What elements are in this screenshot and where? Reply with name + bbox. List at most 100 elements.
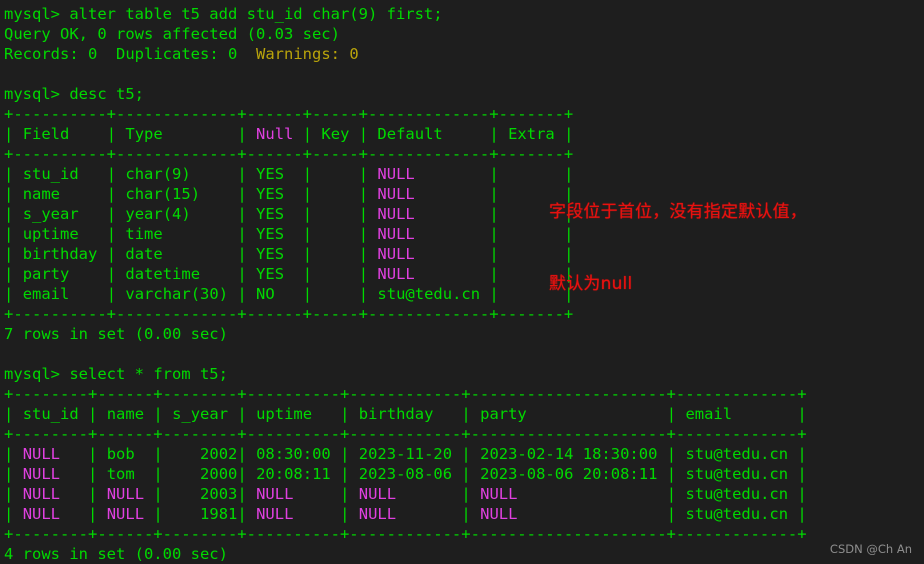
- table-column-separator: |: [358, 265, 369, 283]
- cell-padding: [247, 245, 256, 263]
- query-ok-line: Query OK, 0 rows affected (0.03 sec): [4, 25, 340, 43]
- table-column-separator: |: [106, 265, 117, 283]
- cell-padding: [471, 405, 480, 423]
- cell-padding: [312, 185, 321, 203]
- select-footer: 4 rows in set (0.00 sec): [4, 545, 228, 563]
- table-column-separator: |: [666, 505, 677, 523]
- cell-padding: [499, 225, 508, 243]
- desc-cell-null: NO: [256, 285, 303, 303]
- cell-padding: [97, 485, 106, 503]
- select-table-row: | NULL | tom | 2000| 20:08:11 | 2023-08-…: [4, 464, 924, 484]
- table-column-separator: |: [237, 285, 247, 303]
- select-cell-birthday: 2023-08-06: [358, 465, 462, 483]
- select-cell-stu-id: NULL: [22, 445, 89, 463]
- select-cell-email: stu@tedu.cn: [685, 505, 798, 523]
- cell-padding: [13, 265, 22, 283]
- select-rule-bottom: +--------+------+--------+----------+---…: [4, 525, 807, 543]
- cell-padding: [312, 125, 321, 143]
- cell-padding: [247, 225, 256, 243]
- desc-cell-null: YES: [256, 165, 303, 183]
- csdn-watermark: CSDN @Ch An: [829, 542, 912, 556]
- desc-cell-default: NULL: [377, 265, 490, 283]
- table-column-separator: |: [666, 405, 677, 423]
- cell-padding: [116, 285, 125, 303]
- table-column-separator: |: [4, 485, 14, 503]
- table-column-separator: |: [237, 225, 247, 243]
- table-column-separator: |: [489, 185, 499, 203]
- cell-padding: [312, 165, 321, 183]
- select-header-row: | stu_id | name | s_year | uptime | birt…: [4, 404, 924, 424]
- annotation-line-2: 默认为null: [549, 274, 633, 294]
- table-column-separator: |: [461, 485, 471, 503]
- select-header-uptime: uptime: [256, 405, 341, 423]
- table-column-separator: |: [106, 225, 117, 243]
- command-line-alter: mysql> alter table t5 add stu_id char(9)…: [4, 4, 924, 24]
- table-column-separator: |: [461, 405, 471, 423]
- table-column-separator: |: [489, 225, 499, 243]
- desc-cell-key: [321, 245, 358, 263]
- select-cell-party: 2023-08-06 20:08:11: [480, 465, 667, 483]
- desc-header-field: Field: [22, 125, 107, 143]
- table-column-separator: |: [797, 405, 807, 423]
- select-cell-birthday: NULL: [358, 485, 462, 503]
- select-header-birthday: birthday: [358, 405, 462, 423]
- cell-padding: [247, 445, 256, 463]
- table-column-separator: |: [4, 405, 14, 423]
- desc-cell-default: stu@tedu.cn: [377, 285, 490, 303]
- desc-cell-null: YES: [256, 245, 303, 263]
- table-column-separator: |: [237, 205, 247, 223]
- table-column-separator: |: [88, 445, 98, 463]
- desc-header-extra: Extra: [508, 125, 565, 143]
- desc-cell-key: [321, 285, 358, 303]
- select-cell-email: stu@tedu.cn: [685, 465, 798, 483]
- cell-padding: [116, 225, 125, 243]
- prompt: mysql>: [4, 85, 70, 103]
- desc-cell-null: YES: [256, 185, 303, 203]
- select-cell-party: NULL: [480, 505, 667, 523]
- select-cell-uptime: 20:08:11: [256, 465, 341, 483]
- desc-cell-key: [321, 165, 358, 183]
- table-column-separator: |: [302, 265, 313, 283]
- select-cell-s-year: 2002: [172, 445, 238, 463]
- table-column-separator: |: [797, 445, 807, 463]
- table-column-separator: |: [489, 285, 499, 303]
- select-cell-uptime: NULL: [256, 485, 341, 503]
- table-column-separator: |: [88, 405, 98, 423]
- cell-padding: [247, 285, 256, 303]
- prompt: mysql>: [4, 5, 70, 23]
- desc-cell-null: YES: [256, 205, 303, 223]
- select-cell-s-year: 2003: [172, 485, 238, 503]
- command-line-desc: mysql> desc t5;: [4, 84, 924, 104]
- table-column-separator: |: [88, 505, 98, 523]
- desc-cell-default: NULL: [377, 185, 490, 203]
- table-column-separator: |: [461, 465, 471, 483]
- select-cell-stu-id: NULL: [22, 465, 89, 483]
- table-column-separator: |: [153, 445, 163, 463]
- cell-padding: [247, 165, 256, 183]
- select-cell-name: NULL: [106, 505, 154, 523]
- cell-padding: [349, 465, 358, 483]
- table-column-separator: |: [4, 165, 14, 183]
- select-cell-email: stu@tedu.cn: [685, 445, 798, 463]
- desc-cell-null: YES: [256, 225, 303, 243]
- cell-padding: [13, 405, 22, 423]
- desc-header-row: | Field | Type | Null | Key | Default | …: [4, 124, 924, 144]
- desc-cell-field: s_year: [22, 205, 107, 223]
- table-column-separator: |: [489, 265, 499, 283]
- select-table-body: | NULL | bob | 2002| 08:30:00 | 2023-11-…: [4, 444, 924, 524]
- select-cell-name: tom: [106, 465, 154, 483]
- cell-padding: [499, 125, 508, 143]
- select-cell-s-year: 2000: [172, 465, 238, 483]
- desc-cell-default: NULL: [377, 165, 490, 183]
- table-column-separator: |: [237, 405, 247, 423]
- table-column-separator: |: [4, 125, 14, 143]
- desc-cell-type: year(4): [125, 205, 238, 223]
- cell-padding: [312, 245, 321, 263]
- select-cell-party: 2023-02-14 18:30:00: [480, 445, 667, 463]
- table-column-separator: |: [358, 225, 369, 243]
- desc-cell-key: [321, 205, 358, 223]
- desc-cell-default: NULL: [377, 225, 490, 243]
- cell-padding: [116, 185, 125, 203]
- cell-padding: [312, 225, 321, 243]
